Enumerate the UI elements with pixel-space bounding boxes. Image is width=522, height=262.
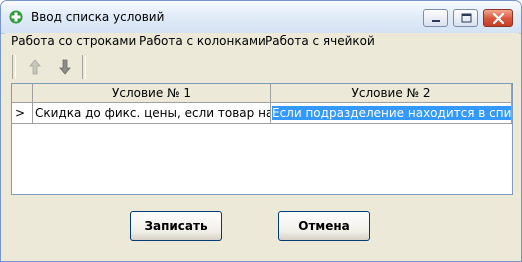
menu-rows[interactable]: Работа со строками <box>11 34 136 48</box>
toolbar-grip[interactable] <box>12 55 16 79</box>
cancel-button[interactable]: Отмена <box>278 211 370 241</box>
menu-columns[interactable]: Работа с колонками <box>139 34 266 48</box>
app-icon <box>9 10 23 24</box>
grid-cell-selected[interactable]: Если подразделение находится в списке <box>271 103 512 124</box>
grid-header: Условие № 1 Условие № 2 <box>12 84 512 104</box>
window-title: Ввод списка условий <box>31 10 165 24</box>
close-icon <box>492 12 505 25</box>
selected-cell-text: Если подразделение находится в списке <box>272 106 511 120</box>
column-header-condition-1[interactable]: Условие № 1 <box>33 84 271 103</box>
minimize-icon <box>432 20 440 22</box>
move-up-icon <box>29 59 41 75</box>
column-header-condition-2[interactable]: Условие № 2 <box>271 84 512 103</box>
maximize-button[interactable] <box>453 9 478 27</box>
menu-cell[interactable]: Работа с ячейкой <box>265 34 375 48</box>
maximize-icon <box>461 13 472 23</box>
move-up-button[interactable] <box>23 55 47 79</box>
conditions-grid[interactable]: Условие № 1 Условие № 2 > Скидка до фикс… <box>11 83 513 195</box>
header-indicator-cell <box>12 84 33 103</box>
close-button[interactable] <box>483 9 513 27</box>
title-bar[interactable]: Ввод списка условий <box>1 1 521 34</box>
move-down-button[interactable] <box>53 55 77 79</box>
move-down-icon <box>59 59 71 75</box>
grid-cell[interactable]: Скидка до фикс. цены, если товар наход <box>33 103 271 124</box>
row-indicator[interactable]: > <box>12 103 33 124</box>
minimize-button[interactable] <box>423 9 448 27</box>
save-button[interactable]: Записать <box>130 211 222 241</box>
menu-bar: Работа со строками Работа с колонками Ра… <box>5 33 519 51</box>
toolbar <box>9 52 515 82</box>
dialog-window: Ввод списка условий Работа со строками Р… <box>0 0 522 262</box>
table-row[interactable]: > Скидка до фикс. цены, если товар наход… <box>12 103 512 124</box>
toolbar-separator <box>82 55 86 79</box>
